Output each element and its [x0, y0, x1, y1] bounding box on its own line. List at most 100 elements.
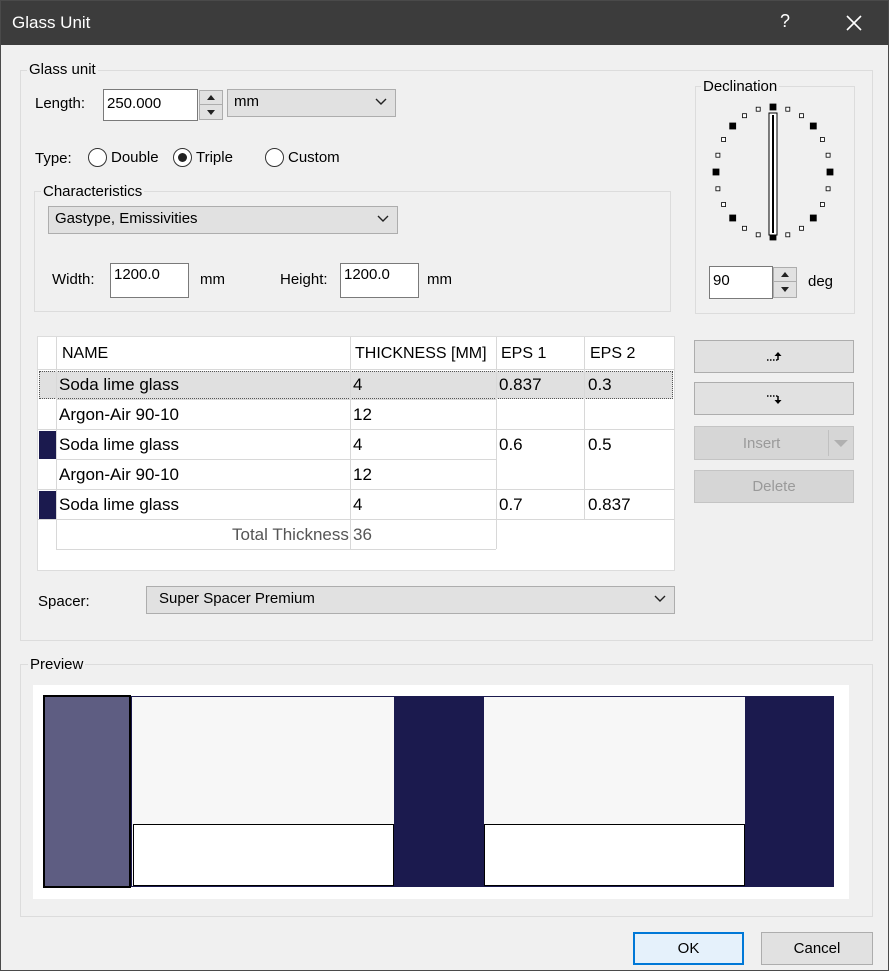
- chevron-down-icon: [377, 215, 389, 222]
- width-unit-label: mm: [200, 271, 225, 288]
- ok-button[interactable]: OK: [633, 932, 744, 965]
- layer-eps2-cell[interactable]: 0.837: [584, 495, 631, 515]
- dial-tick: [729, 122, 737, 130]
- type-double-label: Double: [111, 149, 159, 166]
- dial-tick: [799, 113, 804, 119]
- characteristics-group-label: Characteristics: [41, 183, 145, 200]
- declination-input[interactable]: 90: [709, 266, 773, 299]
- layer-thickness-cell[interactable]: 4: [349, 375, 362, 395]
- length-stepper[interactable]: [199, 90, 223, 120]
- characteristics-mode-select[interactable]: Gastype, Emissivities: [48, 206, 398, 234]
- layer-name-cell[interactable]: Argon-Air 90-10: [55, 465, 179, 485]
- type-triple-label: Triple: [196, 149, 233, 166]
- spacer-value: Super Spacer Premium: [159, 590, 315, 607]
- preview-spacer: [133, 824, 394, 886]
- layers-table[interactable]: NAME THICKNESS [MM] EPS 1 EPS 2 Soda lim…: [37, 336, 675, 571]
- layer-eps1-cell[interactable]: 0.7: [495, 495, 523, 515]
- layer-eps2-cell[interactable]: 0.5: [584, 435, 612, 455]
- grid-line: [38, 369, 674, 370]
- dial-tick: [715, 186, 721, 192]
- glass-unit-group-label: Glass unit: [27, 61, 98, 78]
- layer-name-cell[interactable]: Soda lime glass: [55, 435, 179, 455]
- chevron-down-icon: [375, 98, 387, 105]
- length-increment-button[interactable]: [200, 91, 222, 105]
- dial-tick: [820, 202, 825, 207]
- declination-decrement-button[interactable]: [774, 282, 796, 296]
- radio-circle: [265, 148, 284, 167]
- chevron-down-icon: [654, 595, 666, 602]
- arrow-down-icon: [781, 286, 789, 292]
- length-label: Length:: [35, 95, 86, 112]
- declination-unit-label: deg: [808, 273, 834, 290]
- dial-tick: [825, 152, 831, 158]
- preview-group-label: Preview: [28, 656, 86, 673]
- glass-preview: [33, 685, 849, 899]
- layer-thickness-cell[interactable]: 4: [349, 495, 362, 515]
- width-input[interactable]: 1200.0: [110, 263, 189, 298]
- layer-eps1-cell[interactable]: 0.837: [495, 375, 542, 395]
- width-label: Width:: [52, 271, 95, 288]
- declination-group-label: Declination: [701, 78, 780, 95]
- total-thickness-value: 36: [353, 525, 372, 544]
- radio-circle: [88, 148, 107, 167]
- dial-tick: [755, 106, 761, 112]
- layer-thickness-cell[interactable]: 12: [349, 405, 372, 425]
- dial-tick: [721, 137, 727, 142]
- length-unit-select[interactable]: mm: [227, 89, 396, 117]
- column-header-eps1[interactable]: EPS 1: [497, 345, 546, 363]
- type-double-radio[interactable]: Double: [88, 148, 159, 167]
- dropdown-arrow-icon[interactable]: [829, 438, 853, 448]
- column-header-eps2[interactable]: EPS 2: [586, 345, 635, 363]
- dial-tick: [742, 225, 747, 231]
- cancel-button[interactable]: Cancel: [761, 932, 873, 965]
- grid-line: [56, 459, 496, 460]
- length-decrement-button[interactable]: [200, 105, 222, 119]
- spacer-select[interactable]: Super Spacer Premium: [146, 586, 675, 614]
- dial-tick: [785, 232, 791, 238]
- preview-glass-pane: [395, 696, 483, 887]
- height-input[interactable]: 1200.0: [340, 263, 419, 298]
- dial-tick: [729, 214, 737, 222]
- delete-button[interactable]: Delete: [694, 470, 854, 503]
- glass-unit-dialog: Glass Unit ? Glass unit Length: 250.000 …: [0, 0, 889, 971]
- layer-name-cell[interactable]: Soda lime glass: [55, 495, 179, 515]
- glass-row-marker: [39, 491, 56, 519]
- height-unit-label: mm: [427, 271, 452, 288]
- layer-name-cell[interactable]: Argon-Air 90-10: [55, 405, 179, 425]
- move-layer-up-button[interactable]: [694, 340, 854, 373]
- move-down-arrow-icon: [767, 394, 782, 404]
- column-header-thickness[interactable]: THICKNESS [MM]: [351, 345, 487, 363]
- dial-tick: [721, 202, 727, 207]
- declination-increment-button[interactable]: [774, 268, 796, 282]
- layer-thickness-cell[interactable]: 12: [349, 465, 372, 485]
- layer-thickness-cell[interactable]: 4: [349, 435, 362, 455]
- help-button[interactable]: ?: [777, 11, 793, 32]
- dial-tick: [785, 106, 791, 112]
- arrow-up-icon: [207, 95, 215, 100]
- dial-tick: [820, 137, 825, 142]
- column-header-name[interactable]: NAME: [58, 345, 108, 363]
- dial-tick: [715, 152, 721, 158]
- layer-name-cell[interactable]: Soda lime glass: [55, 375, 179, 395]
- insert-button[interactable]: Insert: [694, 426, 854, 460]
- declination-dial[interactable]: [708, 101, 838, 243]
- arrow-up-icon: [781, 272, 789, 277]
- type-label: Type:: [35, 150, 72, 167]
- length-input[interactable]: 250.000: [103, 89, 198, 121]
- total-thickness-label: Total Thickness: [232, 525, 349, 544]
- characteristics-mode-value: Gastype, Emissivities: [55, 210, 198, 227]
- declination-stepper[interactable]: [773, 267, 797, 298]
- title-bar: Glass Unit ?: [1, 1, 888, 45]
- type-custom-radio[interactable]: Custom: [265, 148, 340, 167]
- close-icon[interactable]: [841, 10, 867, 36]
- radio-circle-selected: [173, 148, 192, 167]
- dial-tick: [712, 168, 720, 176]
- type-triple-radio[interactable]: Triple: [173, 148, 233, 167]
- move-layer-down-button[interactable]: [694, 382, 854, 415]
- layer-eps1-cell[interactable]: 0.6: [495, 435, 523, 455]
- dial-tick: [755, 232, 761, 238]
- layer-eps2-cell[interactable]: 0.3: [584, 375, 612, 395]
- length-unit-value: mm: [234, 93, 259, 110]
- grid-line: [38, 489, 674, 490]
- dial-tick: [809, 214, 817, 222]
